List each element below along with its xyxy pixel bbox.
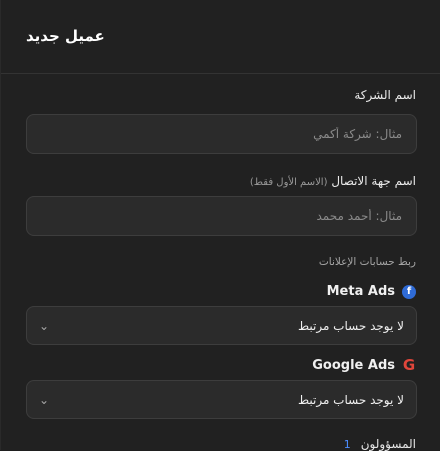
google-ads-account-select[interactable]: ⌄ لا يوجد حساب مرتبط — [26, 380, 417, 419]
google-ads-selected-value: لا يوجد حساب مرتبط — [297, 392, 404, 407]
facebook-icon: f — [402, 284, 416, 299]
responsible-users-count: 1 — [343, 437, 351, 451]
ads-accounts-section-label: ربط حسابات الإعلانات — [318, 256, 416, 268]
meta-ads-selected-value: لا يوجد حساب مرتبط — [297, 318, 404, 333]
responsible-users-label: المسؤولون 1 — [344, 437, 416, 451]
new-client-panel: عميل جديد اسم الشركة اسم جهة الاتصال (ال… — [0, 0, 440, 451]
company-name-field-wrapper — [26, 114, 417, 154]
panel-title: عميل جديد — [26, 27, 105, 45]
responsible-users-text: المسؤولون — [360, 437, 416, 451]
meta-ads-label: Meta Ads f — [327, 284, 416, 299]
company-name-input[interactable] — [27, 115, 416, 153]
contact-name-input[interactable] — [27, 197, 416, 235]
meta-ads-name: Meta Ads — [326, 284, 395, 299]
contact-name-label: اسم جهة الاتصال (الاسم الأول فقط) — [250, 174, 416, 188]
contact-name-label-text: اسم جهة الاتصال — [331, 174, 416, 188]
contact-name-hint: (الاسم الأول فقط) — [249, 177, 328, 188]
google-ads-name: Google Ads — [312, 358, 395, 373]
chevron-down-icon: ⌄ — [39, 318, 50, 333]
meta-ads-account-select[interactable]: ⌄ لا يوجد حساب مرتبط — [26, 306, 417, 345]
panel-header: عميل جديد — [1, 0, 440, 74]
chevron-down-icon: ⌄ — [39, 392, 50, 407]
company-name-label: اسم الشركة — [354, 88, 416, 102]
company-name-label-text: اسم الشركة — [354, 88, 416, 102]
google-icon: G — [402, 356, 416, 374]
google-ads-label: Google Ads G — [312, 356, 416, 374]
contact-name-field-wrapper — [26, 196, 417, 236]
